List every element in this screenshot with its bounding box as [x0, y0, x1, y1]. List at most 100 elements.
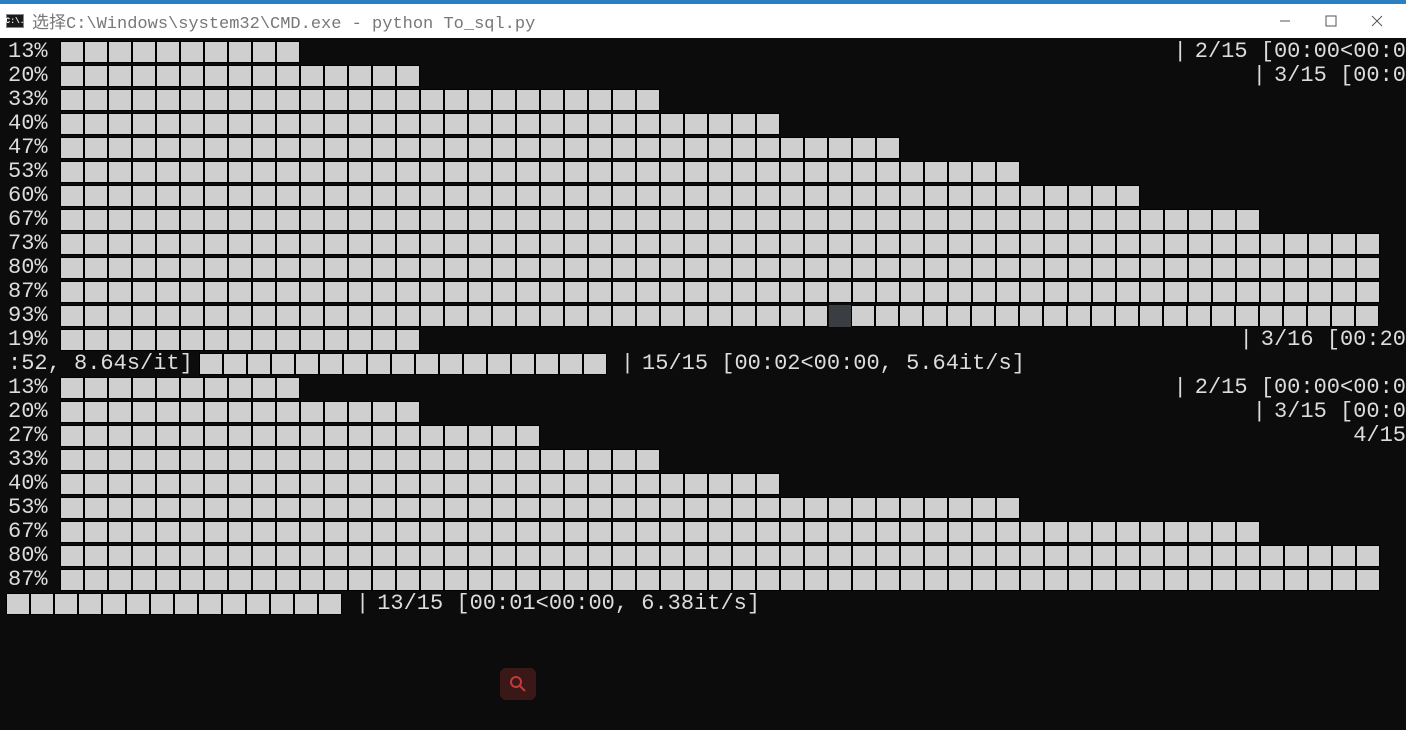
progress-cell — [396, 209, 420, 231]
progress-cell — [468, 185, 492, 207]
progress-cell — [780, 161, 804, 183]
progress-cell — [660, 113, 684, 135]
progress-cell — [540, 209, 564, 231]
progress-cell — [588, 473, 612, 495]
progress-tail-text: 2/15 [00:00<00:0 — [1195, 376, 1406, 400]
titlebar[interactable]: C:\. 选择C:\Windows\system32\CMD.exe - pyt… — [0, 4, 1406, 38]
progress-cell — [444, 257, 468, 279]
progress-cell — [492, 473, 516, 495]
progress-cell — [540, 521, 564, 543]
progress-cell — [924, 257, 948, 279]
progress-cell — [180, 113, 204, 135]
progress-cell — [559, 353, 583, 375]
progress-cell — [204, 89, 228, 111]
progress-bar — [60, 185, 1140, 207]
progress-percent: 13% — [8, 40, 60, 64]
progress-cell — [492, 113, 516, 135]
progress-cell — [60, 113, 84, 135]
progress-cell — [300, 185, 324, 207]
progress-cell — [84, 449, 108, 471]
search-icon[interactable] — [500, 668, 536, 700]
progress-cell — [372, 233, 396, 255]
progress-cell — [468, 305, 492, 327]
progress-cell — [804, 497, 828, 519]
progress-cell — [1332, 569, 1356, 591]
progress-cell — [1308, 569, 1332, 591]
progress-cell — [348, 89, 372, 111]
progress-cell — [294, 593, 318, 615]
progress-cell — [252, 89, 276, 111]
progress-cell — [636, 209, 660, 231]
progress-cell — [444, 497, 468, 519]
progress-cell — [684, 545, 708, 567]
progress-cell — [252, 305, 276, 327]
progress-cell — [540, 305, 564, 327]
progress-cell — [1020, 257, 1044, 279]
progress-cell — [900, 521, 924, 543]
progress-cell — [300, 425, 324, 447]
maximize-button[interactable] — [1308, 9, 1354, 33]
progress-cell — [900, 545, 924, 567]
progress-cell — [156, 137, 180, 159]
progress-cell — [852, 161, 876, 183]
progress-cell — [108, 497, 132, 519]
progress-cell — [228, 89, 252, 111]
progress-cell — [324, 425, 348, 447]
progress-cell — [204, 41, 228, 63]
progress-bar — [60, 89, 660, 111]
progress-cell — [780, 281, 804, 303]
progress-cell — [612, 137, 636, 159]
progress-cell — [564, 521, 588, 543]
progress-cell — [516, 497, 540, 519]
progress-cell — [732, 137, 756, 159]
progress-cell — [372, 497, 396, 519]
progress-cell — [276, 497, 300, 519]
progress-cell — [156, 425, 180, 447]
progress-cell — [132, 185, 156, 207]
progress-cell — [444, 161, 468, 183]
close-button[interactable] — [1354, 9, 1400, 33]
progress-cell — [228, 305, 252, 327]
progress-cell — [300, 473, 324, 495]
progress-tail-text: 3/16 [00:20 — [1261, 328, 1406, 352]
progress-cell — [852, 569, 876, 591]
progress-cell — [540, 185, 564, 207]
progress-row: 73% — [8, 232, 1406, 256]
progress-cell — [132, 41, 156, 63]
progress-cell — [900, 185, 924, 207]
progress-bar — [60, 545, 1380, 567]
progress-bar — [60, 305, 1379, 327]
progress-cell — [900, 497, 924, 519]
progress-cell — [564, 497, 588, 519]
progress-cell — [84, 401, 108, 423]
progress-cell — [324, 137, 348, 159]
separator: | — [356, 592, 369, 616]
progress-cell — [1115, 305, 1139, 327]
summary-stats: 13/15 [00:01<00:00, 6.38it/s] — [377, 592, 760, 616]
progress-cell — [948, 569, 972, 591]
progress-cell — [1092, 233, 1116, 255]
progress-cell — [198, 593, 222, 615]
progress-cell — [588, 497, 612, 519]
progress-cell — [420, 281, 444, 303]
progress-cell — [1116, 185, 1140, 207]
minimize-button[interactable] — [1262, 9, 1308, 33]
progress-cell — [684, 137, 708, 159]
progress-cell — [804, 521, 828, 543]
progress-cell — [780, 137, 804, 159]
progress-bar — [60, 41, 300, 63]
progress-cell — [228, 521, 252, 543]
progress-cell — [396, 113, 420, 135]
progress-tail-text: 2/15 [00:00<00:0 — [1195, 40, 1406, 64]
progress-percent: 53% — [8, 496, 60, 520]
progress-cell — [1116, 545, 1140, 567]
progress-cell — [156, 65, 180, 87]
progress-cell — [252, 425, 276, 447]
progress-cell — [756, 569, 780, 591]
progress-cell — [252, 185, 276, 207]
progress-cell — [588, 545, 612, 567]
console-area[interactable]: 13%|2/15 [00:00<00:020%|3/15 [00:033%40%… — [0, 38, 1406, 730]
progress-cell — [971, 305, 995, 327]
progress-cell — [276, 329, 300, 351]
progress-cell — [84, 497, 108, 519]
